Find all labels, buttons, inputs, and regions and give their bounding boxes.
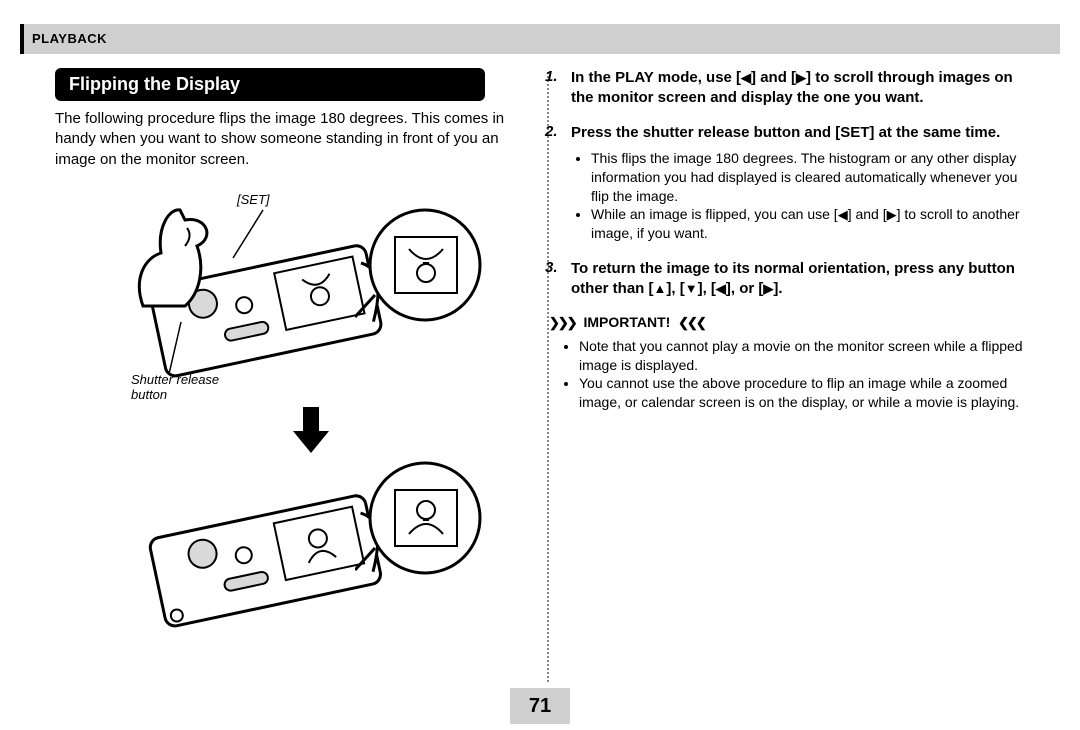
up-triangle-icon: ▲ [654,281,667,296]
step-3-num: 3. [545,259,571,300]
step-1-head: In the PLAY mode, use [◀] and [▶] to scr… [571,69,1013,106]
illustration: [SET] Shutter release button [55,180,515,640]
decor-left-icon: ❮❮❮ [678,315,705,330]
intro-text: The following procedure flips the image … [55,109,515,170]
manual-page: PLAYBACK Flipping the Display The follow… [0,0,1080,730]
important-bullet-1: Note that you cannot play a movie on the… [579,337,1025,375]
left-column: Flipping the Display The following proce… [55,68,515,640]
right-column: 1. In the PLAY mode, use [◀] and [▶] to … [525,68,1025,640]
section-header-text: PLAYBACK [32,31,107,46]
decor-right-icon: ❯❯❯ [549,315,576,330]
important-bullets: Note that you cannot play a movie on the… [559,337,1025,413]
content-columns: Flipping the Display The following proce… [20,68,1060,640]
arrow-down-icon [291,405,331,455]
step-2: 2. Press the shutter release button and … [545,123,1025,246]
page-number: 71 [510,688,570,724]
page-heading: Flipping the Display [55,68,485,101]
zoom-bubble-bottom [355,458,485,588]
step-2-num: 2. [545,123,571,246]
step-2-bullets: This flips the image 180 degrees. The hi… [571,149,1025,243]
step-3-head: To return the image to its normal orient… [571,260,1015,297]
important-heading: ❯❯❯ IMPORTANT! ❮❮❮ [549,314,1025,331]
step-3: 3. To return the image to its normal ori… [545,259,1025,300]
important-bullet-2: You cannot use the above procedure to fl… [579,374,1025,412]
left-triangle-icon: ◀ [838,207,848,222]
step-2-bullet-2: While an image is flipped, you can use [… [591,205,1025,243]
step-1: 1. In the PLAY mode, use [◀] and [▶] to … [545,68,1025,109]
section-header: PLAYBACK [20,24,1060,54]
steps: 1. In the PLAY mode, use [◀] and [▶] to … [545,68,1025,300]
step-1-num: 1. [545,68,571,109]
right-triangle-icon: ▶ [887,207,897,222]
left-triangle-icon: ◀ [716,281,726,296]
right-triangle-icon: ▶ [796,70,806,85]
step-2-bullet-1: This flips the image 180 degrees. The hi… [591,149,1025,206]
right-triangle-icon: ▶ [763,281,773,296]
left-triangle-icon: ◀ [741,70,751,85]
down-triangle-icon: ▼ [685,281,698,296]
zoom-bubble-top [355,205,485,335]
step-2-head: Press the shutter release button and [SE… [571,123,1025,143]
